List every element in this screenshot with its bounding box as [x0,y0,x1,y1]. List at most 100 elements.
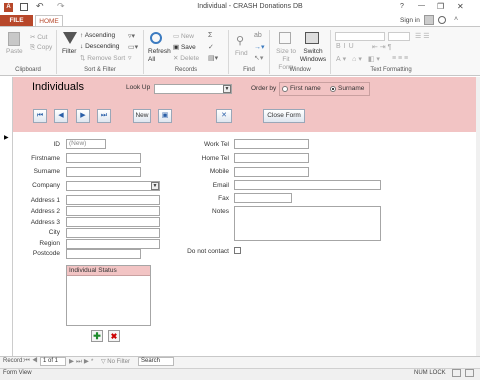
binoculars-icon: ⚲ [236,35,245,47]
remove-status-button[interactable]: ✖ [108,330,120,342]
surname-radio[interactable] [330,86,336,92]
mobile-field[interactable] [234,167,309,177]
design-view-icon[interactable] [465,369,474,377]
remove-sort-button[interactable]: ⇅ Remove Sort [80,54,125,62]
worktel-field[interactable] [234,139,309,149]
email-field[interactable] [234,180,381,190]
spelling-icon[interactable]: ✓ [208,43,214,51]
add-status-button[interactable]: ✚ [91,330,103,342]
delete-record-button[interactable]: ✕ Delete [173,54,199,62]
firstname-field[interactable] [66,153,141,163]
new-button[interactable]: New [133,109,151,123]
no-filter-indicator[interactable]: ▽ No Filter [101,358,130,365]
address1-field[interactable] [66,195,160,205]
previous-record-button[interactable]: ◀ [54,109,68,123]
record-selector-bar[interactable] [0,77,13,356]
refresh-icon [150,32,162,44]
save-icon[interactable] [20,3,28,11]
avatar[interactable] [424,15,434,25]
delete-form-button[interactable]: ✕ [216,109,232,123]
paste-icon [8,32,20,46]
paste-button[interactable]: Paste [6,48,23,55]
do-not-contact-checkbox[interactable] [234,247,241,254]
more-icon[interactable]: ▤▾ [208,54,218,62]
refresh-all-button[interactable]: Refresh All [148,48,171,64]
color-icons[interactable]: A▾ ⌂▾ ◧▾ [336,55,382,63]
restore-button[interactable]: ❐ [437,2,444,11]
hometel-label: Home Tel [201,155,229,162]
region-field[interactable] [66,239,160,249]
save-form-button[interactable]: ▣ [158,109,172,123]
align-icons[interactable]: ≡ ≡ ≡ [392,55,408,62]
record-position-field[interactable]: 1 of 1 [40,357,66,366]
form-view-icon[interactable] [452,369,461,377]
font-size-select[interactable] [388,32,410,41]
company-label: Company [32,182,60,189]
size-to-fit-icon [279,32,291,44]
copy-button[interactable]: ⎘ Copy [30,44,52,52]
select-icon[interactable]: ↖▾ [254,54,263,62]
address3-field[interactable] [66,217,160,227]
goto-icon[interactable]: →▾ [254,43,265,51]
totals-icon[interactable]: Σ [208,32,212,39]
selection-filter-icon[interactable]: ▿▾ [128,32,135,40]
ribbon-collapse-icon[interactable]: ˄ [454,16,458,23]
status-list-header: Individual Status [67,266,150,276]
form-title: Individuals [32,81,84,93]
undo-icon[interactable]: ↶ [36,1,44,12]
chevron-down-icon[interactable]: ▼ [151,182,159,190]
notes-field[interactable] [234,206,381,241]
toggle-filter-icon[interactable]: ▿ [128,54,132,62]
bold-italic-underline-icons[interactable]: BIU [336,43,357,50]
switch-windows-button[interactable]: Switch Windows [298,48,328,64]
indent-icons[interactable]: ⇤ ⇥ ¶ [372,43,391,51]
next-icon: ▶ [80,112,86,119]
next-record-button[interactable]: ▶ [76,109,90,123]
save-record-button[interactable]: ▣ Save [173,43,196,51]
cut-button[interactable]: ✂ Cut [30,33,47,41]
smiley-icon[interactable] [438,16,446,24]
first-name-radio[interactable] [282,86,288,92]
record-selector-arrow-icon: ▶ [4,135,9,141]
sign-in-link[interactable]: Sign in [400,17,420,24]
address3-label: Address 3 [30,219,60,226]
search-input[interactable]: Search [138,357,174,366]
id-label: ID [53,141,61,148]
postcode-field[interactable] [66,249,141,259]
ascending-button[interactable]: ↑ Ascending [80,32,115,39]
first-record-button[interactable]: ⏮ [33,109,47,123]
record-nav-forward-icons[interactable]: ▶⏭▶* [69,357,95,366]
address2-field[interactable] [66,206,160,216]
replace-icon[interactable]: ab [254,32,262,39]
close-form-button[interactable]: Close Form [263,109,305,123]
last-record-button[interactable]: ⏭ [97,109,111,123]
minimize-button[interactable]: — [418,2,425,9]
close-window-button[interactable]: ✕ [457,2,464,11]
chevron-down-icon[interactable]: ▼ [223,85,231,93]
previous-icon: ◀ [58,112,64,119]
company-combo[interactable] [66,181,160,191]
vertical-scrollbar[interactable] [476,77,480,356]
lookup-combo[interactable] [154,84,232,94]
fax-field[interactable] [234,193,292,203]
save-icon: ▣ [161,112,169,119]
records-group-label: Records [174,67,198,73]
city-field[interactable] [66,228,160,238]
surname-field[interactable] [66,167,141,177]
list-icons[interactable]: ☰ ☰ [415,32,430,40]
surname-radio-label: Surname [338,85,365,92]
advanced-filter-icon[interactable]: ▭▾ [128,43,138,51]
address1-label: Address 1 [30,197,60,204]
filter-button[interactable]: Filter [62,48,76,55]
font-name-select[interactable] [335,32,385,41]
view-status: Form View [3,370,32,376]
descending-button[interactable]: ↓ Descending [80,43,119,50]
find-button[interactable]: Find [235,50,248,57]
new-record-icon: ▭ [173,33,181,40]
hometel-field[interactable] [234,153,309,163]
redo-icon[interactable]: ↷ [57,1,65,12]
help-icon[interactable]: ? [400,3,404,10]
record-nav-back-icons[interactable]: ⏮◀ [24,357,40,365]
new-record-button[interactable]: ▭ New [173,32,194,40]
plus-icon: ✚ [93,331,101,341]
